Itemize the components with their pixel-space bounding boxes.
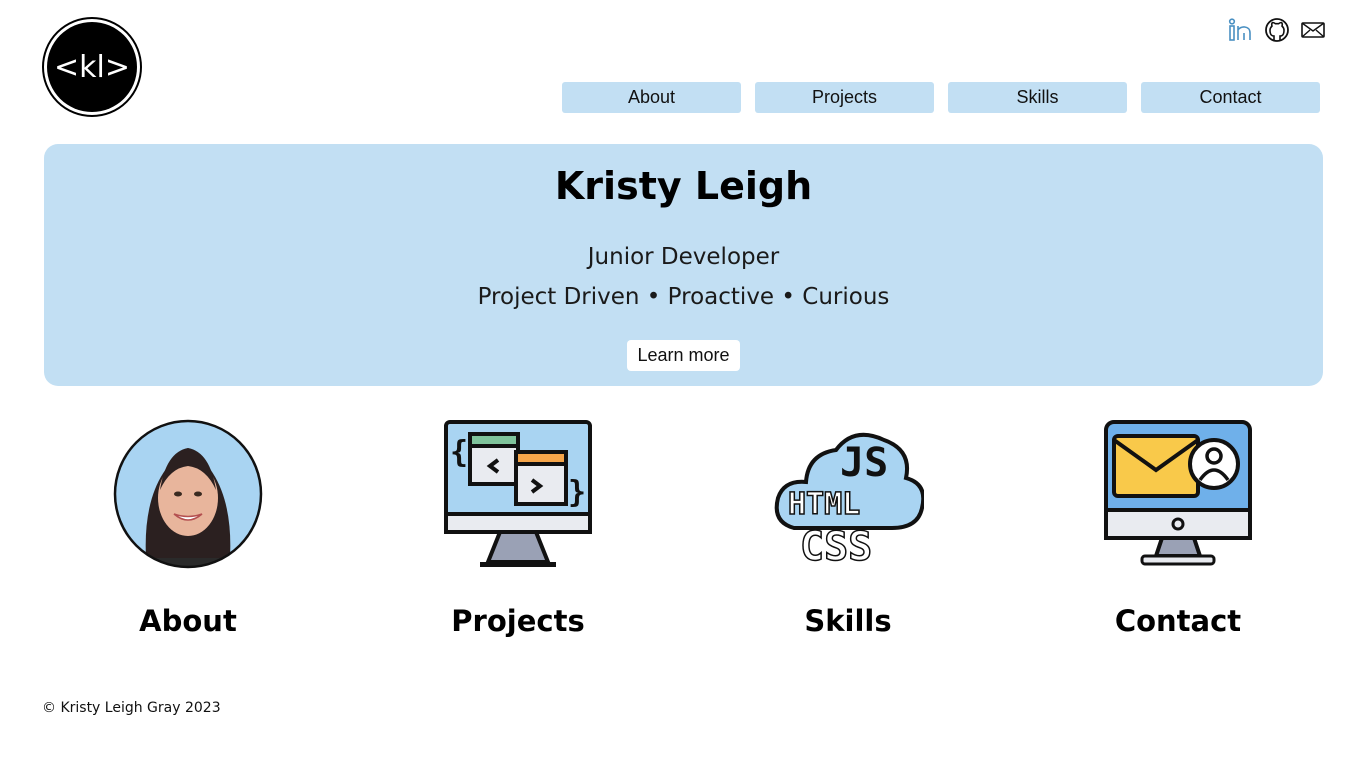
nav-contact-button[interactable]: Contact <box>1141 82 1320 113</box>
monitor-mail-icon <box>1104 420 1252 566</box>
github-icon[interactable] <box>1264 17 1290 43</box>
nav-projects-button[interactable]: Projects <box>755 82 934 113</box>
svg-text:CSS: CSS <box>800 524 872 570</box>
nav-skills-button[interactable]: Skills <box>948 82 1127 113</box>
logo-text: <kl> <box>47 22 137 112</box>
site-logo[interactable]: <kl> <box>42 17 142 117</box>
nav-about-button[interactable]: About <box>562 82 741 113</box>
svg-text:{: { <box>450 435 468 470</box>
hero-banner: Kristy Leigh Junior Developer Project Dr… <box>44 144 1323 386</box>
svg-text:JS: JS <box>840 440 888 486</box>
svg-text:HTML: HTML <box>788 487 860 522</box>
cloud-js-html-css-icon: JS HTML CSS <box>774 432 924 570</box>
card-contact-title: Contact <box>1114 604 1242 638</box>
monitor-code-icon: { } <box>444 420 592 567</box>
main-nav: About Projects Skills Contact <box>562 82 1320 113</box>
learn-more-button[interactable]: Learn more <box>627 340 740 371</box>
mail-icon[interactable] <box>1300 17 1326 43</box>
social-links <box>1228 17 1326 43</box>
profile-photo <box>113 419 263 569</box>
card-contact[interactable]: Contact <box>1048 418 1308 638</box>
card-projects-title: Projects <box>451 604 585 638</box>
card-projects[interactable]: { } Projects <box>388 418 648 638</box>
hero-tagline: Project Driven • Proactive • Curious <box>477 284 890 310</box>
hero-subtitle: Junior Developer <box>587 244 780 270</box>
card-about[interactable]: About <box>58 418 318 638</box>
hero-title: Kristy Leigh <box>554 164 813 208</box>
svg-text:}: } <box>568 475 586 510</box>
card-skills-title: Skills <box>804 604 892 638</box>
linkedin-icon[interactable] <box>1228 17 1254 43</box>
card-skills[interactable]: JS HTML CSS Skills <box>718 418 978 638</box>
card-about-title: About <box>139 604 237 638</box>
footer-copyright: © Kristy Leigh Gray 2023 <box>42 700 221 716</box>
